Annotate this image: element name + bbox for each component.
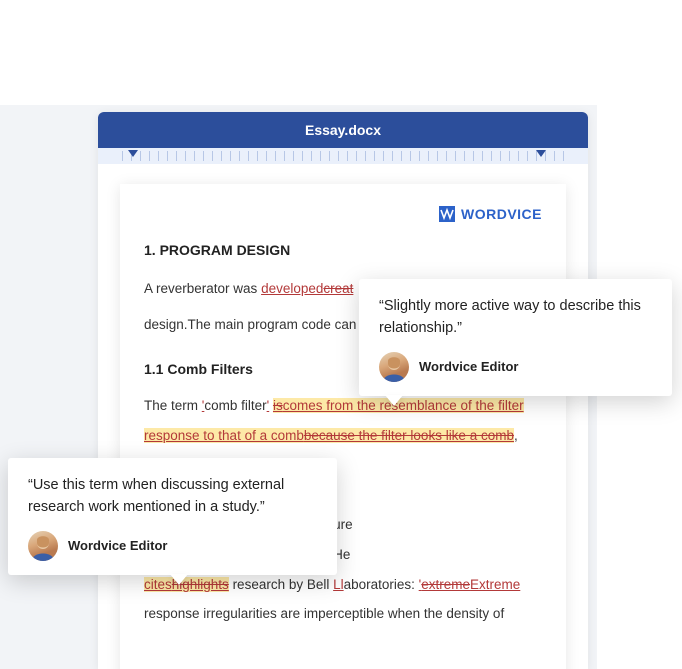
- tracked-insert: cites: [144, 577, 172, 592]
- tracked-insert: Extreme: [470, 577, 520, 592]
- comment-text: “Use this term when discussing external …: [28, 474, 317, 519]
- tracked-insert: developed: [261, 281, 323, 296]
- tracked-delete: creat: [323, 281, 353, 296]
- comment-text: “Slightly more active way to describe th…: [379, 295, 652, 340]
- avatar: [379, 352, 409, 382]
- text: A reverberator was: [144, 281, 261, 296]
- avatar: [28, 531, 58, 561]
- tracked-delete: is: [273, 398, 283, 413]
- ruler-ticks: [122, 151, 564, 161]
- section-heading: 1. PROGRAM DESIGN: [144, 242, 542, 258]
- tracked-delete: because the filter looks like a comb: [304, 428, 514, 443]
- horizontal-ruler: [98, 148, 588, 164]
- comment-callout[interactable]: “Use this term when discussing external …: [8, 458, 337, 575]
- ruler-indent-right-icon[interactable]: [536, 150, 546, 157]
- ruler-indent-left-icon[interactable]: [128, 150, 138, 157]
- text: comb filter: [204, 398, 266, 413]
- text: ,: [514, 428, 518, 443]
- comment-pointer-icon: [385, 395, 403, 406]
- brand-logo: WORDVICE: [144, 206, 542, 222]
- text: The term: [144, 398, 202, 413]
- window-title-bar: Essay.docx: [98, 112, 588, 148]
- brand-name: WORDVICE: [461, 206, 542, 222]
- tracked-edit: Ll: [333, 577, 344, 592]
- text: research by Bell: [229, 577, 333, 592]
- comment-author-name: Wordvice Editor: [68, 538, 167, 553]
- comment-author-row: Wordvice Editor: [379, 352, 652, 382]
- window-title: Essay.docx: [305, 122, 381, 138]
- document-page: WORDVICE 1. PROGRAM DESIGN A reverberato…: [120, 184, 566, 669]
- wordvice-logo-icon: [439, 206, 455, 222]
- text: response irregularities are imperceptibl…: [144, 606, 504, 621]
- text: design.The main program code can: [144, 317, 356, 332]
- comment-author-row: Wordvice Editor: [28, 531, 317, 561]
- tracked-delete: extreme: [421, 577, 470, 592]
- comment-pointer-icon: [170, 574, 188, 585]
- comment-author-name: Wordvice Editor: [419, 359, 518, 374]
- comment-callout[interactable]: “Slightly more active way to describe th…: [359, 279, 672, 396]
- text: aboratories:: [344, 577, 419, 592]
